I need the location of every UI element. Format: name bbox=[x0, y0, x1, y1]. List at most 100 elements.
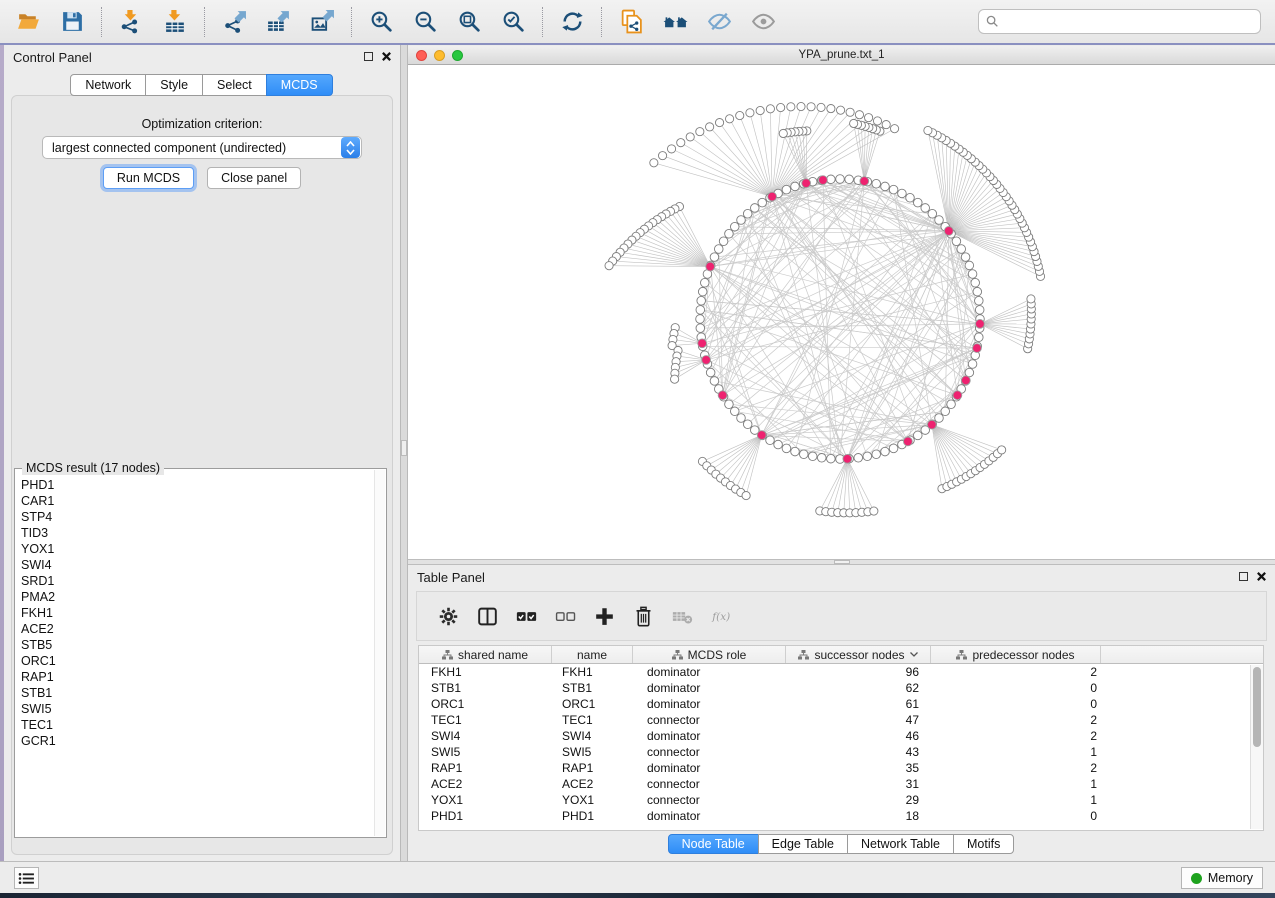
search-field[interactable] bbox=[978, 9, 1261, 34]
add-column-button[interactable] bbox=[585, 599, 624, 633]
table-cell[interactable]: connector bbox=[633, 776, 786, 792]
splitter-grip[interactable] bbox=[834, 560, 850, 564]
table-cell[interactable]: 2 bbox=[931, 712, 1101, 728]
splitter-grip[interactable] bbox=[401, 440, 407, 456]
export-network-button[interactable] bbox=[212, 5, 256, 39]
table-cell[interactable]: YOX1 bbox=[552, 792, 633, 808]
memory-button[interactable]: Memory bbox=[1181, 867, 1263, 889]
zoom-selected-button[interactable] bbox=[491, 5, 535, 39]
export-image-button[interactable] bbox=[300, 5, 344, 39]
column-header-mcds-role[interactable]: MCDS role bbox=[633, 646, 786, 663]
show-all-button[interactable] bbox=[741, 5, 785, 39]
mcds-result-item[interactable]: YOX1 bbox=[19, 541, 372, 557]
table-cell[interactable]: RAP1 bbox=[419, 760, 552, 776]
table-cell[interactable]: 61 bbox=[786, 696, 931, 712]
mcds-result-item[interactable]: PMA2 bbox=[19, 589, 372, 605]
settings-gear-button[interactable] bbox=[429, 599, 468, 633]
table-row[interactable]: SWI4SWI4dominator462 bbox=[419, 728, 1263, 744]
table-cell[interactable]: TEC1 bbox=[419, 712, 552, 728]
float-panel-icon[interactable] bbox=[1239, 572, 1248, 581]
table-cell[interactable]: dominator bbox=[633, 680, 786, 696]
hide-selected-button[interactable] bbox=[697, 5, 741, 39]
first-neighbors-button[interactable] bbox=[653, 5, 697, 39]
table-cell[interactable]: dominator bbox=[633, 696, 786, 712]
mcds-result-item[interactable]: STB5 bbox=[19, 637, 372, 653]
column-header-predecessor-nodes[interactable]: predecessor nodes bbox=[931, 646, 1101, 663]
table-row[interactable]: ORC1ORC1dominator610 bbox=[419, 696, 1263, 712]
table-cell[interactable]: 2 bbox=[931, 664, 1101, 680]
result-scrollbar[interactable] bbox=[374, 470, 385, 836]
clone-network-button[interactable] bbox=[609, 5, 653, 39]
table-cell[interactable]: ORC1 bbox=[419, 696, 552, 712]
table-cell[interactable]: SWI4 bbox=[552, 728, 633, 744]
table-cell[interactable]: dominator bbox=[633, 808, 786, 824]
table-cell[interactable]: ACE2 bbox=[419, 776, 552, 792]
optimization-criterion-select[interactable]: largest connected component (undirected) bbox=[42, 136, 362, 159]
table-cell[interactable]: PHD1 bbox=[419, 808, 552, 824]
table-row[interactable]: TEC1TEC1connector472 bbox=[419, 712, 1263, 728]
mcds-result-item[interactable]: STB1 bbox=[19, 685, 372, 701]
mcds-result-item[interactable]: RAP1 bbox=[19, 669, 372, 685]
mcds-result-item[interactable]: SWI5 bbox=[19, 701, 372, 717]
mcds-result-item[interactable]: TEC1 bbox=[19, 717, 372, 733]
column-header-name[interactable]: name bbox=[552, 646, 633, 663]
tab-network-table[interactable]: Network Table bbox=[847, 834, 954, 854]
tab-style[interactable]: Style bbox=[145, 74, 203, 96]
mcds-result-item[interactable]: ACE2 bbox=[19, 621, 372, 637]
mcds-result-item[interactable]: FKH1 bbox=[19, 605, 372, 621]
refresh-view-button[interactable] bbox=[550, 5, 594, 39]
table-cell[interactable]: 0 bbox=[931, 680, 1101, 696]
import-table-button[interactable] bbox=[153, 5, 197, 39]
mcds-result-item[interactable]: CAR1 bbox=[19, 493, 372, 509]
table-cell[interactable]: STB1 bbox=[419, 680, 552, 696]
table-cell[interactable]: dominator bbox=[633, 664, 786, 680]
table-row[interactable]: YOX1YOX1connector291 bbox=[419, 792, 1263, 808]
network-view[interactable] bbox=[408, 65, 1275, 559]
open-file-button[interactable] bbox=[6, 5, 50, 39]
tab-node-table[interactable]: Node Table bbox=[668, 834, 759, 854]
table-row[interactable]: SWI5SWI5connector431 bbox=[419, 744, 1263, 760]
deselect-all-columns-button[interactable] bbox=[546, 599, 585, 633]
table-cell[interactable]: FKH1 bbox=[552, 664, 633, 680]
table-cell[interactable]: 96 bbox=[786, 664, 931, 680]
zoom-fit-button[interactable] bbox=[447, 5, 491, 39]
table-cell[interactable]: 46 bbox=[786, 728, 931, 744]
close-panel-button[interactable]: Close panel bbox=[207, 167, 301, 189]
run-mcds-button[interactable]: Run MCDS bbox=[103, 167, 194, 189]
delete-table-button[interactable] bbox=[663, 599, 702, 633]
table-cell[interactable]: STB1 bbox=[552, 680, 633, 696]
table-cell[interactable]: YOX1 bbox=[419, 792, 552, 808]
table-scrollbar[interactable] bbox=[1250, 665, 1263, 829]
tab-network[interactable]: Network bbox=[70, 74, 146, 96]
search-input[interactable] bbox=[1004, 15, 1260, 29]
import-network-button[interactable] bbox=[109, 5, 153, 39]
tab-select[interactable]: Select bbox=[202, 74, 267, 96]
table-row[interactable]: PHD1PHD1dominator180 bbox=[419, 808, 1263, 824]
table-cell[interactable]: ORC1 bbox=[552, 696, 633, 712]
tab-mcds[interactable]: MCDS bbox=[266, 74, 333, 96]
table-cell[interactable]: 0 bbox=[931, 696, 1101, 712]
table-cell[interactable]: RAP1 bbox=[552, 760, 633, 776]
table-cell[interactable]: 29 bbox=[786, 792, 931, 808]
delete-columns-button[interactable] bbox=[624, 599, 663, 633]
mcds-result-item[interactable]: SRD1 bbox=[19, 573, 372, 589]
show-columns-button[interactable] bbox=[468, 599, 507, 633]
network-graph[interactable] bbox=[408, 65, 1275, 559]
tab-motifs[interactable]: Motifs bbox=[953, 834, 1014, 854]
mcds-result-item[interactable]: TID3 bbox=[19, 525, 372, 541]
table-row[interactable]: FKH1FKH1dominator962 bbox=[419, 664, 1263, 680]
mcds-result-item[interactable]: STP4 bbox=[19, 509, 372, 525]
table-row[interactable]: STB1STB1dominator620 bbox=[419, 680, 1263, 696]
export-table-button[interactable] bbox=[256, 5, 300, 39]
scrollbar-thumb[interactable] bbox=[1253, 667, 1261, 747]
select-all-columns-button[interactable] bbox=[507, 599, 546, 633]
table-cell[interactable]: SWI4 bbox=[419, 728, 552, 744]
save-session-button[interactable] bbox=[50, 5, 94, 39]
table-cell[interactable]: 31 bbox=[786, 776, 931, 792]
mcds-result-item[interactable]: ORC1 bbox=[19, 653, 372, 669]
table-cell[interactable]: 1 bbox=[931, 792, 1101, 808]
vertical-splitter[interactable] bbox=[400, 45, 408, 861]
table-cell[interactable]: dominator bbox=[633, 760, 786, 776]
table-cell[interactable]: 35 bbox=[786, 760, 931, 776]
close-panel-icon[interactable] bbox=[1256, 571, 1267, 582]
